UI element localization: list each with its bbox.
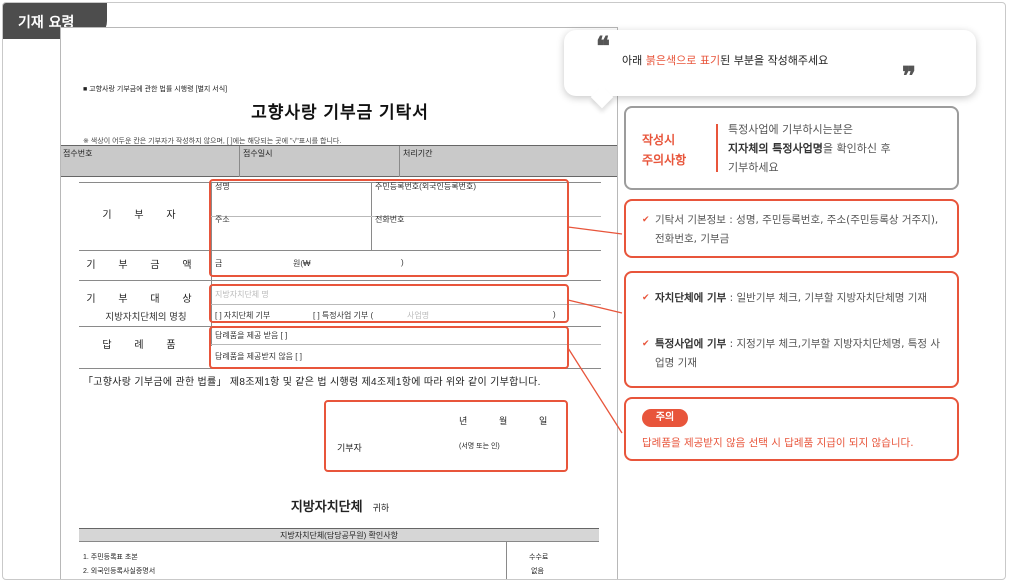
- caution-divider: [716, 124, 718, 172]
- specific-donation-bullet: ✔ 특정사업에 기부 : 지정기부 체크,기부할 지방자치단체명, 특정 사업명…: [642, 335, 947, 373]
- open-quote-icon: ❝: [596, 32, 610, 62]
- check-icon: ✔: [642, 215, 650, 225]
- fee-label: 수수료: [529, 554, 549, 561]
- target-label: 기 부 대 상: [86, 294, 202, 305]
- caution-title: 작성시 주의사항: [642, 133, 687, 167]
- donation-statement: 「고향사랑 기부금에 관한 법률」 제8조제1항 및 같은 법 시행령 제4조제…: [83, 377, 541, 388]
- check-icon: ✔: [642, 293, 650, 303]
- gift-warning-card: 주의 답례품을 제공받지 않음 선택 시 답례품 지급이 되지 않습니다.: [624, 397, 959, 461]
- caution-text: 특정사업에 기부하시는분은 지자체의 특정사업명을 확인하신 후 기부하세요: [728, 123, 891, 174]
- close-quote-icon: ❞: [902, 62, 916, 92]
- check-item-foreigner-cert: 2. 외국인등록사실증명서: [83, 568, 156, 575]
- instruction-bubble: ❝ 아래 붉은색으로 표기된 부분을 작성해주세요 ❞: [564, 30, 976, 96]
- gov-name-label: 지방자치단체의 명칭: [105, 312, 187, 323]
- local-government-addressee: 지방자치단체 귀하: [290, 499, 390, 514]
- office-header-row: 접수번호 접수일시 처리기간: [61, 145, 617, 177]
- gift-label: 답 례 품: [102, 340, 186, 351]
- check-icon: ✔: [642, 339, 650, 349]
- donor-label: 기 부 자: [102, 210, 186, 221]
- general-donation-bullet: ✔ 자치단체에 기부 : 일반기부 체크, 기부할 지방자치단체명 기재: [642, 289, 947, 308]
- form-title: 고향사랑 기부금 기탁서: [251, 103, 429, 122]
- receipt-date-label: 접수일시: [243, 149, 273, 158]
- basic-info-card: ✔ 기탁서 기본정보 : 성명, 주민등록번호, 주소(주민등록상 거주지), …: [624, 199, 959, 258]
- target-highlight: [209, 284, 569, 323]
- fee-value: 없음: [531, 568, 544, 575]
- donor-info-highlight: [209, 179, 569, 277]
- basic-info-bullet: ✔ 기탁서 기본정보 : 성명, 주민등록번호, 주소(주민등록상 거주지), …: [642, 211, 947, 249]
- signature-highlight: [324, 400, 568, 472]
- legal-reference: ■ 고향사랑 기부금에 관한 법률 시행령 [별지 서식]: [83, 86, 228, 93]
- guide-frame: 기재 요령 ■ 고향사랑 기부금에 관한 법률 시행령 [별지 서식] 고향사랑…: [2, 2, 1006, 580]
- caution-card: 작성시 주의사항 특정사업에 기부하시는분은 지자체의 특정사업명을 확인하신 …: [624, 106, 959, 190]
- instruction-text: 아래 붉은색으로 표기된 부분을 작성해주세요: [622, 54, 829, 67]
- processing-period-label: 처리기간: [403, 149, 433, 158]
- check-item-resident-record: 1. 주민등록표 초본: [83, 554, 138, 561]
- receipt-number-label: 접수번호: [63, 149, 93, 158]
- donation-form-document: ■ 고향사랑 기부금에 관한 법률 시행령 [별지 서식] 고향사랑 기부금 기…: [60, 27, 618, 579]
- amount-label: 기 부 금 액: [86, 260, 202, 271]
- donation-type-card: ✔ 자치단체에 기부 : 일반기부 체크, 기부할 지방자치단체명 기재 ✔ 특…: [624, 271, 959, 388]
- gift-highlight: [209, 326, 569, 369]
- warning-text: 답례품을 제공받지 않음 선택 시 답례품 지급이 되지 않습니다.: [642, 437, 914, 449]
- official-check-header: 지방자치단체(담당공무원) 확인사항: [79, 528, 599, 542]
- warning-badge: 주의: [642, 409, 688, 427]
